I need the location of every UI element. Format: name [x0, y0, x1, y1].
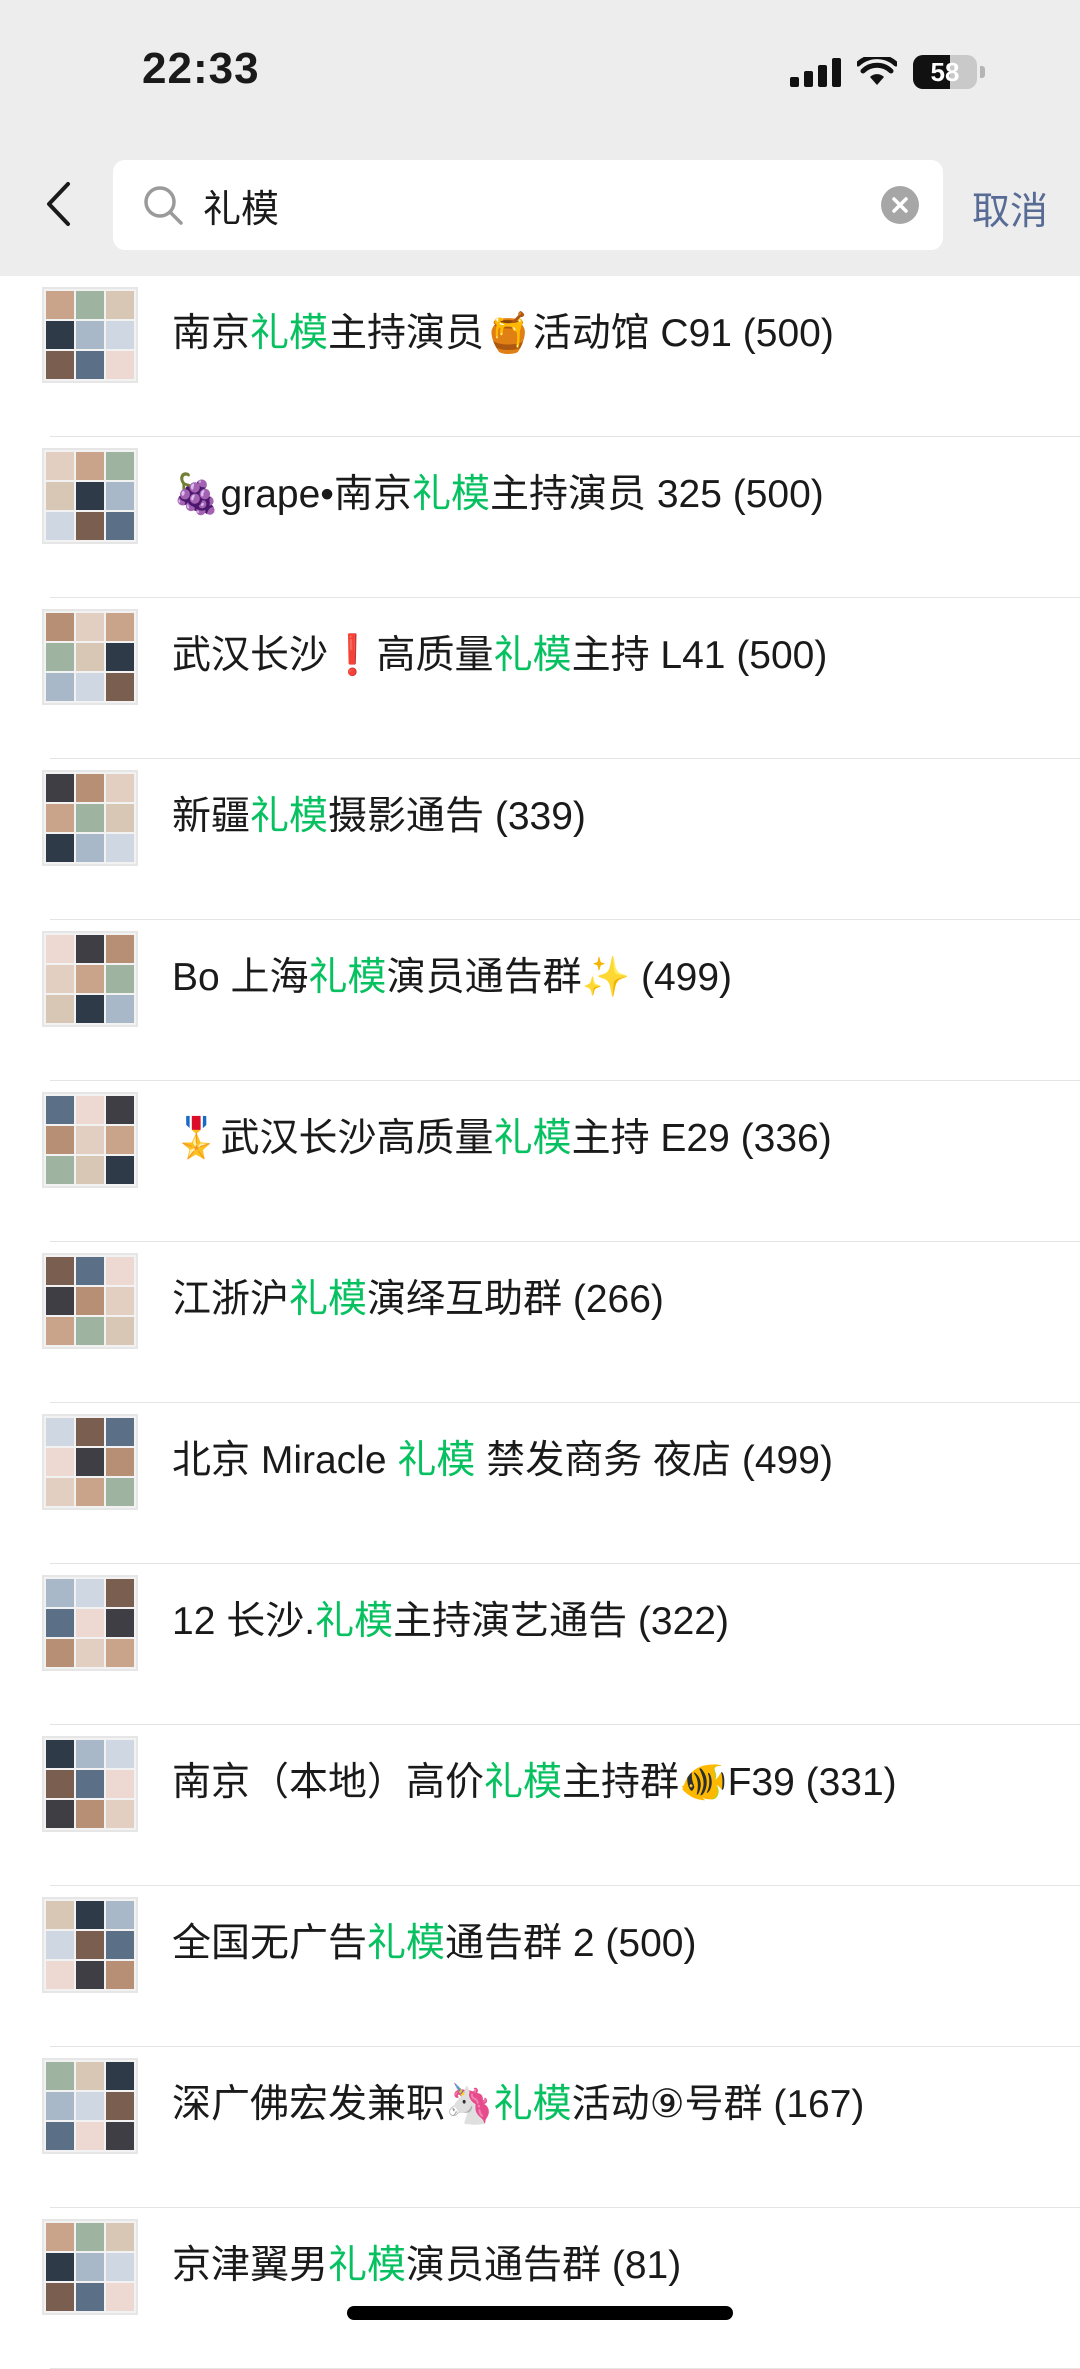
search-result-row[interactable]: 🎖️武汉长沙高质量礼模主持 E29 (336)	[0, 1081, 1080, 1242]
result-title-suffix: 演员通告群✨ (499)	[386, 956, 733, 999]
group-avatar	[42, 287, 138, 383]
battery-level: 58	[930, 57, 960, 87]
group-avatar	[42, 609, 138, 705]
result-title-match: 礼模	[397, 1439, 476, 1482]
group-avatar	[42, 1253, 138, 1349]
result-title: 北京 Miracle 礼模 禁发商务 夜店 (499)	[172, 1429, 833, 1493]
search-result-row[interactable]: 🍇grape•南京礼模主持演员 325 (500)	[0, 437, 1080, 598]
status-icons: 58	[790, 52, 985, 92]
result-title: 京津翼男礼模演员通告群 (81)	[172, 2234, 681, 2298]
result-title-match: 礼模	[493, 2083, 572, 2126]
result-title-match: 礼模	[411, 473, 490, 516]
search-results-list: 南京礼模主持演员🍯活动馆 C91 (500) 🍇grape•南京礼模主持演员 32…	[0, 276, 1080, 2369]
result-title-suffix: 禁发商务 夜店 (499)	[475, 1439, 833, 1482]
result-title-prefix: 南京（本地）高价	[172, 1761, 485, 1804]
group-avatar	[42, 2058, 138, 2154]
search-result-row[interactable]: 新疆礼模摄影通告 (339)	[0, 759, 1080, 920]
result-title-suffix: 主持 E29 (336)	[571, 1117, 832, 1160]
search-icon	[144, 186, 183, 225]
result-title: 12 长沙.礼模主持演艺通告 (322)	[172, 1590, 729, 1654]
result-title-suffix: 摄影通告 (339)	[328, 795, 586, 838]
result-title-prefix: 深广佛宏发兼职🦄	[172, 2083, 494, 2126]
result-title: 🍇grape•南京礼模主持演员 325 (500)	[172, 463, 824, 527]
result-title: Bo 上海礼模演员通告群✨ (499)	[172, 946, 732, 1010]
group-avatar	[42, 448, 138, 544]
wifi-icon	[857, 57, 897, 85]
result-title-match: 礼模	[315, 1600, 394, 1643]
group-avatar	[42, 931, 138, 1027]
search-result-row[interactable]: 武汉长沙❗高质量礼模主持 L41 (500)	[0, 598, 1080, 759]
cellular-signal-icon	[790, 57, 841, 87]
result-title: 新疆礼模摄影通告 (339)	[172, 785, 586, 849]
cancel-button[interactable]: 取消	[972, 180, 1048, 235]
search-input[interactable]	[203, 174, 863, 236]
result-title-suffix: 主持 L41 (500)	[571, 634, 828, 677]
result-title-suffix: 演员通告群 (81)	[406, 2244, 682, 2287]
result-title: 江浙沪礼模演绎互助群 (266)	[172, 1268, 664, 1332]
search-result-row[interactable]: 江浙沪礼模演绎互助群 (266)	[0, 1242, 1080, 1403]
group-avatar	[42, 2219, 138, 2315]
result-title-prefix: 江浙沪	[172, 1278, 290, 1321]
result-title: 南京（本地）高价礼模主持群🐠F39 (331)	[172, 1751, 897, 1815]
result-title-match: 礼模	[289, 1278, 368, 1321]
group-avatar	[42, 1897, 138, 1993]
search-result-row[interactable]: 京津翼男礼模演员通告群 (81)	[0, 2208, 1080, 2369]
result-title-match: 礼模	[367, 1922, 446, 1965]
result-title-prefix: 南京	[172, 312, 251, 355]
search-result-row[interactable]: 全国无广告礼模通告群 2 (500)	[0, 1886, 1080, 2047]
result-title-prefix: 京津翼男	[172, 2244, 329, 2287]
result-title-match: 礼模	[250, 795, 329, 838]
result-title-match: 礼模	[308, 956, 387, 999]
result-title: 全国无广告礼模通告群 2 (500)	[172, 1912, 696, 1976]
result-title-prefix: 🎖️武汉长沙高质量	[172, 1117, 494, 1160]
result-title-suffix: 主持演员 325 (500)	[489, 473, 824, 516]
result-title: 深广佛宏发兼职🦄礼模活动⑨号群 (167)	[172, 2073, 864, 2137]
result-title-match: 礼模	[493, 634, 572, 677]
search-result-row[interactable]: 12 长沙.礼模主持演艺通告 (322)	[0, 1564, 1080, 1725]
back-button[interactable]	[38, 176, 78, 232]
top-bar: 22:33 58 取消	[0, 0, 1080, 276]
group-avatar	[42, 1092, 138, 1188]
battery-icon: 58	[913, 55, 985, 89]
result-title-suffix: 演绎互助群 (266)	[367, 1278, 664, 1321]
search-result-row[interactable]: 深广佛宏发兼职🦄礼模活动⑨号群 (167)	[0, 2047, 1080, 2208]
result-title-match: 礼模	[484, 1761, 563, 1804]
clear-search-icon[interactable]	[881, 186, 919, 224]
result-title-prefix: 全国无广告	[172, 1922, 368, 1965]
search-result-row[interactable]: 北京 Miracle 礼模 禁发商务 夜店 (499)	[0, 1403, 1080, 1564]
result-title: 南京礼模主持演员🍯活动馆 C91 (500)	[172, 302, 834, 366]
result-title-prefix: Bo 上海	[172, 956, 309, 999]
result-title-prefix: 北京 Miracle	[172, 1439, 398, 1482]
result-title: 武汉长沙❗高质量礼模主持 L41 (500)	[172, 624, 827, 688]
search-box	[113, 160, 943, 250]
result-title-suffix: 主持演员🍯活动馆 C91 (500)	[328, 312, 834, 355]
result-title: 🎖️武汉长沙高质量礼模主持 E29 (336)	[172, 1107, 832, 1171]
result-title-suffix: 通告群 2 (500)	[445, 1922, 697, 1965]
group-avatar	[42, 1736, 138, 1832]
result-title-match: 礼模	[328, 2244, 407, 2287]
result-title-prefix: 新疆	[172, 795, 251, 838]
result-title-match: 礼模	[493, 1117, 572, 1160]
status-time: 22:33	[142, 44, 260, 93]
result-title-prefix: 🍇grape•南京	[172, 473, 412, 516]
chevron-left-icon	[47, 182, 70, 226]
result-title-suffix: 活动⑨号群 (167)	[571, 2083, 865, 2126]
search-result-row[interactable]: 南京礼模主持演员🍯活动馆 C91 (500)	[0, 276, 1080, 437]
search-result-row[interactable]: Bo 上海礼模演员通告群✨ (499)	[0, 920, 1080, 1081]
group-avatar	[42, 770, 138, 866]
home-indicator	[347, 2306, 733, 2320]
search-result-row[interactable]: 南京（本地）高价礼模主持群🐠F39 (331)	[0, 1725, 1080, 1886]
group-avatar	[42, 1414, 138, 1510]
result-title-suffix: 主持演艺通告 (322)	[393, 1600, 729, 1643]
result-title-prefix: 武汉长沙❗高质量	[172, 634, 494, 677]
group-avatar	[42, 1575, 138, 1671]
result-title-match: 礼模	[250, 312, 329, 355]
result-title-suffix: 主持群🐠F39 (331)	[562, 1761, 897, 1804]
result-title-prefix: 12 长沙.	[172, 1600, 316, 1643]
